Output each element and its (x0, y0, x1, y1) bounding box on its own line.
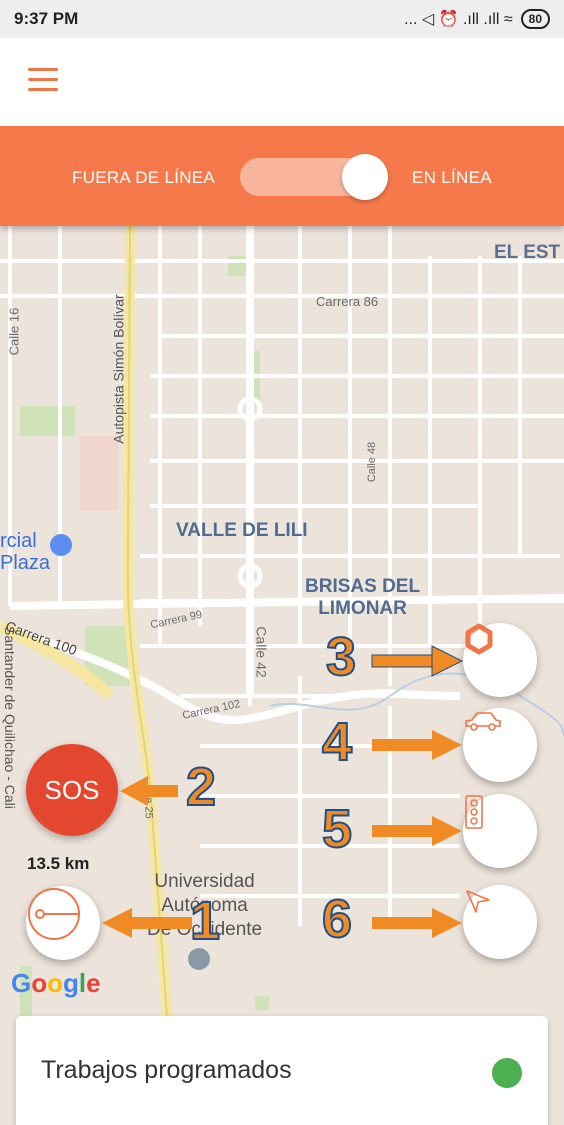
online-label[interactable]: EN LÍNEA (412, 168, 492, 188)
app-bar (0, 38, 564, 126)
google-logo: Google (11, 968, 101, 998)
online-status-bar: FUERA DE LÍNEA EN LÍNEA (0, 126, 564, 226)
status-icons: ... ◁ ⏰ .ıll .ıll ≈ 80 (404, 9, 550, 29)
map-view[interactable]: EL EST Carrera 86 Calle 16 Autopista Sim… (0, 226, 564, 1125)
battery-icon: 80 (520, 9, 550, 29)
annotation-number-3: 3 (325, 626, 357, 688)
map-label-calle48: Calle 48 (366, 441, 379, 483)
status-time: 9:37 PM (14, 9, 79, 28)
traffic-light-button[interactable] (463, 794, 537, 868)
car-icon (465, 712, 501, 731)
map-label-brisas-1: BRISAS DEL (305, 576, 421, 597)
hamburger-menu-icon[interactable] (28, 68, 60, 92)
annotation-arrow-3 (371, 645, 464, 677)
map-label-carrera86: Carrera 86 (316, 294, 379, 309)
map-label-comercial-2: Plaza (0, 552, 51, 574)
annotation-number-6: 6 (321, 888, 353, 950)
map-label-autopista: Autopista Simón Bolívar (110, 294, 127, 444)
map-label-valle-de-lili: VALLE DE LILI (176, 520, 308, 541)
sos-button[interactable]: SOS (26, 744, 118, 836)
annotation-number-5: 5 (321, 798, 353, 860)
distance-label: 13.5 km (27, 854, 90, 873)
map-label-comercial-1: rcial (0, 530, 37, 552)
hexagon-button[interactable] (463, 623, 537, 697)
map-label-el-est: EL EST (494, 242, 561, 263)
annotation-arrow-1 (102, 908, 192, 938)
car-button[interactable] (463, 708, 537, 782)
annotation-arrow-6 (372, 908, 462, 938)
annotation-arrow-2 (120, 776, 178, 806)
toggle-knob[interactable] (342, 154, 388, 200)
hexagon-icon (465, 623, 493, 655)
radar-button[interactable] (26, 886, 100, 960)
scheduled-jobs-title: Trabajos programados (41, 1056, 292, 1084)
map-label-calle42: Calle 42 (253, 626, 270, 678)
traffic-light-icon (465, 795, 483, 829)
navigation-arrow-icon (466, 890, 490, 913)
status-bar: 9:37 PM ... ◁ ⏰ .ıll .ıll ≈ 80 (0, 0, 564, 38)
online-toggle-switch[interactable] (240, 154, 388, 200)
status-indicators: ... ◁ ⏰ .ıll .ıll ≈ (404, 11, 513, 28)
annotation-arrow-4 (372, 730, 462, 760)
map-label-brisas-2: LIMONAR (318, 598, 407, 619)
map-label-santander: Santander de Quilichao - Cali (2, 626, 18, 809)
map-label-calle16: Calle 16 (6, 307, 22, 356)
annotation-arrow-5 (372, 816, 462, 846)
annotation-number-2: 2 (185, 756, 217, 818)
map-label-brisas: BRISAS DEL LIMONAR (305, 576, 420, 620)
radar-icon (28, 888, 80, 940)
status-dot (492, 1058, 522, 1088)
scheduled-jobs-card[interactable]: Trabajos programados (16, 1016, 548, 1125)
offline-label[interactable]: FUERA DE LÍNEA (72, 168, 215, 188)
annotation-number-4: 4 (321, 711, 353, 773)
shopping-bag-icon[interactable] (50, 534, 72, 556)
navigation-button[interactable] (463, 885, 537, 959)
map-label-comercial: rcial Plaza (0, 530, 50, 574)
